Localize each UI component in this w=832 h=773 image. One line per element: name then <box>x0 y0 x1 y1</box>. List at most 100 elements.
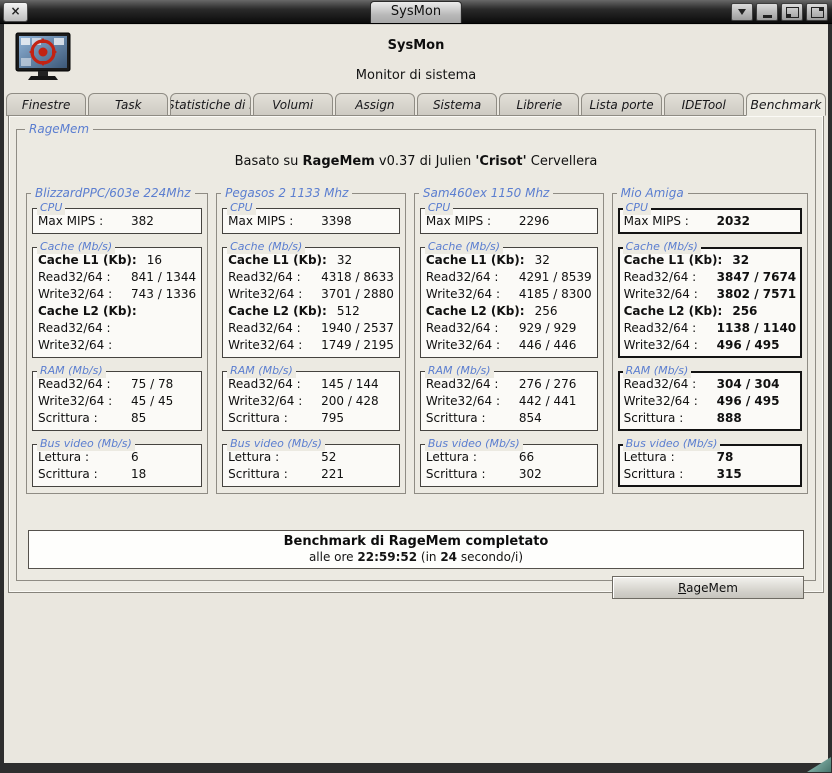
tab-assign[interactable]: Assign <box>335 93 415 116</box>
windowshade-icon[interactable] <box>731 3 753 21</box>
status-line1: Benchmark di RageMem completato <box>29 534 803 549</box>
tab-task[interactable]: Task <box>88 93 168 116</box>
ram-section: RAM (Mb/s) Read32/64 :276 / 276 Write32/… <box>420 371 598 431</box>
bus-video-section: Bus video (Mb/s) Lettura :78 Scrittura :… <box>618 444 803 487</box>
cache-section: Cache (Mb/s) Cache L1 (Kb):16 Read32/64 … <box>32 247 202 358</box>
tab-idetool[interactable]: IDETool <box>664 93 744 116</box>
l2-write-row: Write32/64 :446 / 446 <box>426 337 592 354</box>
bus-video-section: Bus video (Mb/s) Lettura :6 Scrittura :1… <box>32 444 202 487</box>
cache-l1-row: Cache L1 (Kb):32 <box>426 252 592 269</box>
machine-column-mio-amiga: Mio Amiga CPU Max MIPS :2032 Cache (Mb/s… <box>612 193 809 494</box>
bus-scrittura-row: Scrittura :18 <box>38 466 196 483</box>
l1-read-row: Read32/64 :4318 / 8633 <box>228 269 394 286</box>
tab-benchmark[interactable]: Benchmark <box>746 93 826 116</box>
ram-read-row: Read32/64 :304 / 304 <box>624 376 797 393</box>
bus-lettura-row: Lettura :66 <box>426 449 592 466</box>
ram-scrittura-row: Scrittura :888 <box>624 410 797 427</box>
l1-write-row: Write32/64 :743 / 1336 <box>38 286 196 303</box>
ragemem-credit: Basato su RageMem v0.37 di Julien 'Criso… <box>23 154 809 169</box>
page-subtitle: Monitor di sistema <box>4 68 828 83</box>
l2-read-row: Read32/64 :929 / 929 <box>426 320 592 337</box>
ram-write-row: Write32/64 :496 / 495 <box>624 393 797 410</box>
ram-scrittura-row: Scrittura :85 <box>38 410 196 427</box>
ram-section: RAM (Mb/s) Read32/64 :75 / 78 Write32/64… <box>32 371 202 431</box>
ram-write-row: Write32/64 :45 / 45 <box>38 393 196 410</box>
l2-read-row: Read32/64 :1940 / 2537 <box>228 320 394 337</box>
cpu-section: CPU Max MIPS :2032 <box>618 208 803 234</box>
tab-volumi[interactable]: Volumi <box>253 93 333 116</box>
ragemem-group-legend: RageMem <box>25 122 93 136</box>
benchmark-panel: RageMem Basato su RageMem v0.37 di Julie… <box>8 115 824 593</box>
cache-l1-row: Cache L1 (Kb):32 <box>624 252 797 269</box>
cache-l2-row: Cache L2 (Kb):256 <box>426 303 592 320</box>
cpu-section: CPU Max MIPS :382 <box>32 208 202 234</box>
depth-icon[interactable] <box>806 3 828 21</box>
l2-write-row: Write32/64 : <box>38 337 196 354</box>
status-line2: alle ore 22:59:52 (in 24 secondo/i) <box>29 550 803 564</box>
zoom-icon[interactable] <box>781 3 803 21</box>
bus-scrittura-row: Scrittura :221 <box>228 466 394 483</box>
cache-l2-row: Cache L2 (Kb):512 <box>228 303 394 320</box>
l1-read-row: Read32/64 :3847 / 7674 <box>624 269 797 286</box>
ram-write-row: Write32/64 :442 / 441 <box>426 393 592 410</box>
titlebar-gadgets <box>731 3 828 21</box>
bus-scrittura-row: Scrittura :315 <box>624 466 797 483</box>
bus-scrittura-row: Scrittura :302 <box>426 466 592 483</box>
tab-lista-porte[interactable]: Lista porte <box>581 93 661 116</box>
l2-write-row: Write32/64 :496 / 495 <box>624 337 797 354</box>
l1-read-row: Read32/64 :841 / 1344 <box>38 269 196 286</box>
max-mips-row: Max MIPS :2032 <box>624 213 797 230</box>
window-content: SysMon Monitor di sistema Finestre Task … <box>4 24 828 763</box>
minimize-icon[interactable] <box>756 3 778 21</box>
l1-write-row: Write32/64 :3802 / 7571 <box>624 286 797 303</box>
machine-name: Mio Amiga <box>617 186 688 200</box>
cache-l2-row: Cache L2 (Kb):256 <box>624 303 797 320</box>
ram-scrittura-row: Scrittura :795 <box>228 410 394 427</box>
ram-read-row: Read32/64 :145 / 144 <box>228 376 394 393</box>
button-row: RageMem <box>28 576 804 599</box>
max-mips-row: Max MIPS :2296 <box>426 213 592 230</box>
tab-finestre[interactable]: Finestre <box>6 93 86 116</box>
ragemem-group: RageMem Basato su RageMem v0.37 di Julie… <box>16 129 816 581</box>
tab-statistiche[interactable]: Statistiche di r <box>170 93 250 116</box>
machine-columns: BlizzardPPC/603e 224Mhz CPU Max MIPS :38… <box>26 193 806 494</box>
cache-section: Cache (Mb/s) Cache L1 (Kb):32 Read32/64 … <box>222 247 400 358</box>
app-header: SysMon Monitor di sistema <box>4 25 828 83</box>
machine-name: BlizzardPPC/603e 224Mhz <box>31 186 195 200</box>
bus-video-section: Bus video (Mb/s) Lettura :52 Scrittura :… <box>222 444 400 487</box>
cache-l2-row: Cache L2 (Kb): <box>38 303 196 320</box>
sysmon-app-icon <box>14 32 72 82</box>
tab-sistema[interactable]: Sistema <box>417 93 497 116</box>
bus-lettura-row: Lettura :6 <box>38 449 196 466</box>
tab-librerie[interactable]: Librerie <box>499 93 579 116</box>
bus-lettura-row: Lettura :78 <box>624 449 797 466</box>
l2-write-row: Write32/64 :1749 / 2195 <box>228 337 394 354</box>
cache-l1-row: Cache L1 (Kb):16 <box>38 252 196 269</box>
l2-read-row: Read32/64 : <box>38 320 196 337</box>
l1-write-row: Write32/64 :4185 / 8300 <box>426 286 592 303</box>
ragemem-button[interactable]: RageMem <box>612 576 804 599</box>
window-title[interactable]: SysMon <box>370 1 462 23</box>
page-title: SysMon <box>4 38 828 53</box>
machine-column-pegasos: Pegasos 2 1133 Mhz CPU Max MIPS :3398 Ca… <box>216 193 406 494</box>
benchmark-status: Benchmark di RageMem completato alle ore… <box>28 530 804 569</box>
cpu-section: CPU Max MIPS :3398 <box>222 208 400 234</box>
machine-column-blizzardppc: BlizzardPPC/603e 224Mhz CPU Max MIPS :38… <box>26 193 208 494</box>
tabbar: Finestre Task Statistiche di r Volumi As… <box>6 93 826 116</box>
titlebar[interactable]: × SysMon <box>0 0 832 24</box>
close-icon[interactable]: × <box>3 2 28 22</box>
bus-video-section: Bus video (Mb/s) Lettura :66 Scrittura :… <box>420 444 598 487</box>
ram-read-row: Read32/64 :276 / 276 <box>426 376 592 393</box>
cache-section: Cache (Mb/s) Cache L1 (Kb):32 Read32/64 … <box>618 247 803 358</box>
machine-name: Pegasos 2 1133 Mhz <box>221 186 352 200</box>
bus-lettura-row: Lettura :52 <box>228 449 394 466</box>
ram-write-row: Write32/64 :200 / 428 <box>228 393 394 410</box>
cache-section: Cache (Mb/s) Cache L1 (Kb):32 Read32/64 … <box>420 247 598 358</box>
ram-section: RAM (Mb/s) Read32/64 :304 / 304 Write32/… <box>618 371 803 431</box>
ram-section: RAM (Mb/s) Read32/64 :145 / 144 Write32/… <box>222 371 400 431</box>
max-mips-row: Max MIPS :382 <box>38 213 196 230</box>
ram-scrittura-row: Scrittura :854 <box>426 410 592 427</box>
cache-l1-row: Cache L1 (Kb):32 <box>228 252 394 269</box>
l1-write-row: Write32/64 :3701 / 2880 <box>228 286 394 303</box>
cpu-section: CPU Max MIPS :2296 <box>420 208 598 234</box>
